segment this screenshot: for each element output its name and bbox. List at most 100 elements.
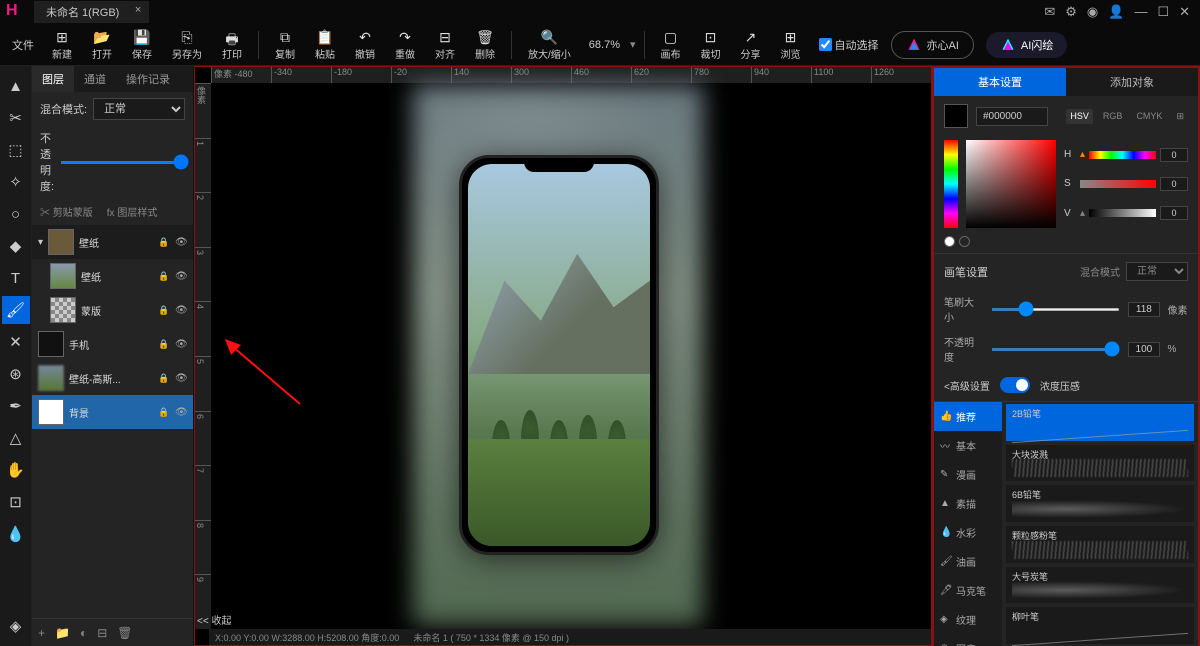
cat-texture[interactable]: ◈纹理: [934, 605, 1002, 634]
settings-icon[interactable]: ⚙: [1065, 4, 1077, 20]
hex-input[interactable]: [976, 107, 1048, 126]
new-button[interactable]: ⊞新建: [44, 27, 80, 63]
file-tab[interactable]: 未命名 1(RGB) ×: [34, 1, 149, 23]
layers-icon[interactable]: ◈: [2, 612, 30, 640]
browse-button[interactable]: ⊞浏览: [773, 27, 809, 63]
pressure-toggle[interactable]: [1000, 377, 1030, 393]
hsv-mode[interactable]: HSV: [1066, 109, 1093, 124]
cat-sketch[interactable]: ▲素描: [934, 489, 1002, 518]
brush-2b[interactable]: 2B铅笔: [1006, 404, 1194, 441]
cat-oil[interactable]: 🖌油画: [934, 547, 1002, 576]
layer-style-button[interactable]: fx 图层样式: [107, 204, 158, 219]
layer-item[interactable]: 壁纸-高斯...🔒👁: [32, 361, 193, 395]
auto-select-checkbox[interactable]: 自动选择: [819, 37, 879, 53]
text-tool[interactable]: T: [2, 264, 30, 292]
hue-slider[interactable]: [1089, 151, 1156, 159]
maximize-icon[interactable]: ☐: [1157, 4, 1169, 20]
eraser-tool[interactable]: ✕: [2, 328, 30, 356]
brush-size-slider[interactable]: [991, 308, 1120, 311]
grid-icon[interactable]: ⊞: [1172, 109, 1188, 124]
saturation-box[interactable]: [966, 140, 1056, 228]
rgb-mode[interactable]: RGB: [1099, 109, 1127, 124]
cmyk-mode[interactable]: CMYK: [1132, 109, 1166, 124]
save-button[interactable]: 💾保存: [124, 27, 160, 63]
ai-shine-button[interactable]: AI闪绘: [986, 32, 1067, 58]
redo-button[interactable]: ↷重做: [387, 27, 423, 63]
cut-tool[interactable]: ✂: [2, 104, 30, 132]
zoom-value[interactable]: 68.7%: [583, 39, 626, 51]
marquee-tool[interactable]: ⬚: [2, 136, 30, 164]
advanced-toggle[interactable]: <高级设置: [944, 378, 990, 393]
layer-item[interactable]: 手机🔒👁: [32, 327, 193, 361]
print-button[interactable]: 🖶打印: [214, 27, 250, 63]
copy-button[interactable]: ⧉复制: [267, 27, 303, 63]
opacity-slider[interactable]: [60, 161, 189, 164]
basic-settings-tab[interactable]: 基本设置: [934, 68, 1066, 96]
history-tab[interactable]: 操作记录: [116, 66, 180, 92]
add-object-tab[interactable]: 添加对象: [1066, 68, 1198, 96]
add-layer-icon[interactable]: +: [38, 626, 45, 640]
channels-tab[interactable]: 通道: [74, 66, 116, 92]
layers-tab[interactable]: 图层: [32, 66, 74, 92]
brush-willow[interactable]: 柳叶笔: [1006, 607, 1194, 644]
move-tool[interactable]: ▲: [2, 72, 30, 100]
layer-folder[interactable]: ▾壁纸🔒👁: [32, 225, 193, 259]
brush-opacity-slider[interactable]: [991, 348, 1120, 351]
saveas-button[interactable]: ⎘另存为: [164, 27, 210, 63]
crop-button[interactable]: ⊡裁切: [693, 27, 729, 63]
open-button[interactable]: 📂打开: [84, 27, 120, 63]
brush-6b[interactable]: 6B铅笔: [1006, 485, 1194, 522]
hand-tool[interactable]: ✋: [2, 456, 30, 484]
delete-layer-icon[interactable]: 🗑: [117, 626, 132, 640]
cat-stamp[interactable]: ◉图章: [934, 634, 1002, 646]
undo-button[interactable]: ↶撤销: [347, 27, 383, 63]
clip-mask-button[interactable]: ✂ 剪贴蒙版: [40, 204, 93, 219]
cat-manga[interactable]: ✎漫画: [934, 460, 1002, 489]
pen-tool[interactable]: ✒: [2, 392, 30, 420]
brush-blend-select[interactable]: 正常: [1126, 262, 1188, 281]
brush-size-value[interactable]: 118: [1128, 302, 1159, 317]
ai-button[interactable]: 亦心AI: [891, 31, 974, 59]
user-icon[interactable]: 👤: [1108, 4, 1124, 20]
merge-icon[interactable]: ⊟: [97, 626, 107, 640]
add-folder-icon[interactable]: 📁: [55, 626, 70, 640]
brush-charcoal[interactable]: 大号炭笔: [1006, 567, 1194, 604]
delete-button[interactable]: 🗑删除: [467, 27, 503, 63]
s-value[interactable]: 0: [1160, 177, 1188, 191]
file-menu[interactable]: 文件: [6, 37, 40, 53]
mail-icon[interactable]: ✉: [1044, 4, 1055, 20]
shape-tool[interactable]: △: [2, 424, 30, 452]
cat-recommended[interactable]: 👍推荐: [934, 402, 1002, 431]
align-button[interactable]: ⊟对齐: [427, 27, 463, 63]
brush-splash[interactable]: 大块泼溅: [1006, 445, 1194, 482]
cat-marker[interactable]: 🖊马克笔: [934, 576, 1002, 605]
layer-item-selected[interactable]: 背景🔒👁: [32, 395, 193, 429]
cat-watercolor[interactable]: 💧水彩: [934, 518, 1002, 547]
clone-tool[interactable]: ⊛: [2, 360, 30, 388]
zoom-dropdown-icon[interactable]: ▾: [630, 38, 636, 51]
v-value[interactable]: 0: [1160, 206, 1188, 220]
share-button[interactable]: ↗分享: [733, 27, 769, 63]
hue-strip[interactable]: [944, 140, 958, 228]
canvas-button[interactable]: ▢画布: [653, 27, 689, 63]
eyedropper-tool[interactable]: 💧: [2, 520, 30, 548]
wand-tool[interactable]: ✧: [2, 168, 30, 196]
crop-tool[interactable]: ⊡: [2, 488, 30, 516]
paste-button[interactable]: 📋粘贴: [307, 27, 343, 63]
layer-item[interactable]: 壁纸🔒👁: [32, 259, 193, 293]
brush-chalk[interactable]: 颗粒感粉笔: [1006, 526, 1194, 563]
add-mask-icon[interactable]: ◐: [80, 626, 87, 640]
zoom-button[interactable]: 🔍放大/缩小: [520, 27, 579, 63]
lasso-tool[interactable]: ○: [2, 200, 30, 228]
minimize-icon[interactable]: —: [1134, 4, 1147, 20]
layer-item[interactable]: 蒙版🔒👁: [32, 293, 193, 327]
blend-mode-select[interactable]: 正常: [93, 98, 185, 120]
h-value[interactable]: 0: [1160, 148, 1188, 162]
close-tab-icon[interactable]: ×: [135, 4, 141, 16]
brush-opacity-value[interactable]: 100: [1128, 342, 1159, 357]
val-slider[interactable]: [1089, 209, 1156, 217]
bucket-tool[interactable]: ◆: [2, 232, 30, 260]
color-swatch[interactable]: [944, 104, 968, 128]
sat-slider[interactable]: [1080, 180, 1156, 188]
cat-basic[interactable]: 〰基本: [934, 431, 1002, 460]
